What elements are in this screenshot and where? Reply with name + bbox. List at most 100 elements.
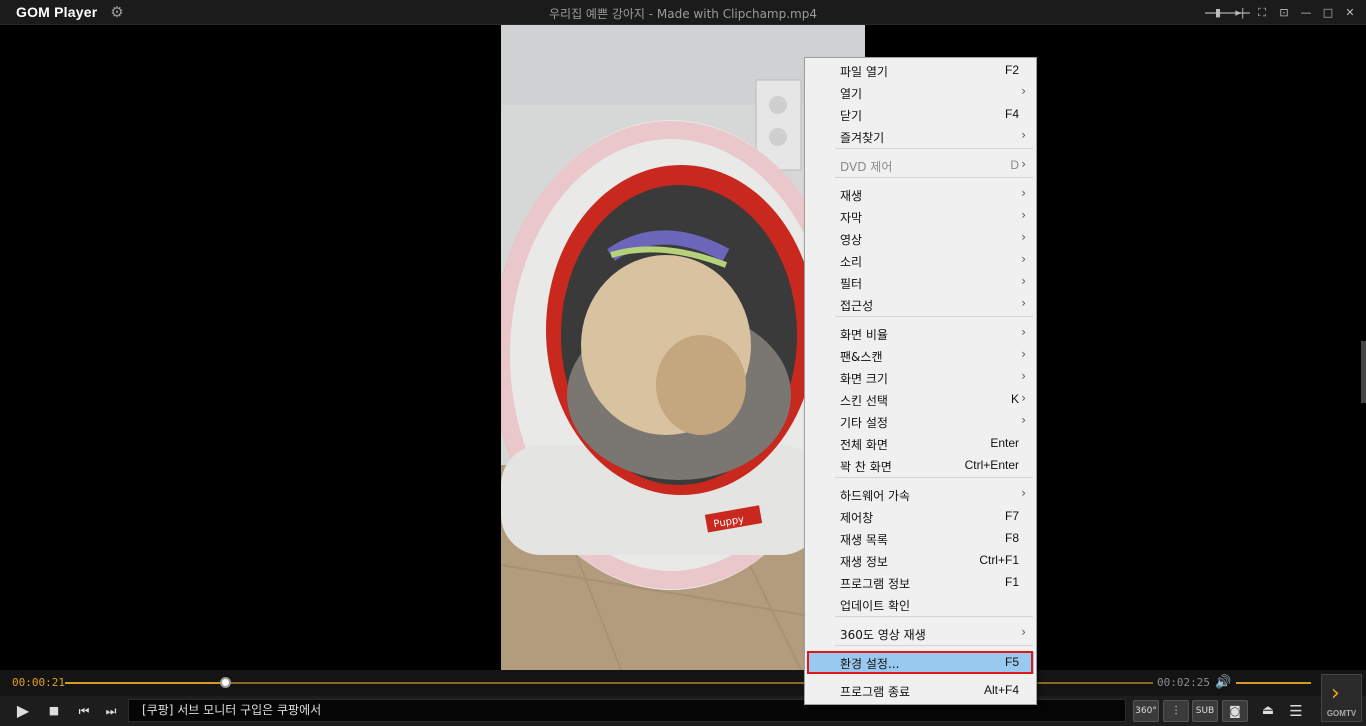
- current-time: 00:00:21: [12, 676, 65, 689]
- menu-item-label: 자막: [840, 211, 863, 225]
- vr-360-button[interactable]: 360°: [1133, 700, 1159, 722]
- submenu-arrow-icon: ›: [1021, 391, 1026, 405]
- menu-item[interactable]: 업데이트 확인: [807, 594, 1034, 616]
- seek-thumb[interactable]: [220, 677, 231, 688]
- menu-item[interactable]: 하드웨어 가속 ›: [807, 484, 1034, 506]
- menu-item[interactable]: 접근성 ›: [807, 294, 1034, 316]
- minimize-icon[interactable]: —: [1298, 5, 1314, 21]
- menu-item-shortcut: F4: [1004, 107, 1019, 121]
- pin-icon[interactable]: ▸|: [1232, 5, 1248, 21]
- menu-item[interactable]: 파일 열기 F2: [807, 60, 1034, 82]
- submenu-arrow-icon: ›: [1021, 157, 1026, 171]
- menu-item-shortcut: F5: [1004, 655, 1019, 669]
- submenu-arrow-icon: ›: [1021, 274, 1026, 288]
- menu-item[interactable]: 즐겨찾기 ›: [807, 126, 1034, 148]
- volume-slider[interactable]: [1236, 682, 1311, 684]
- menu-item[interactable]: 열기 ›: [807, 82, 1034, 104]
- submenu-arrow-icon: ›: [1021, 208, 1026, 222]
- menu-item-label: 360도 영상 재생: [840, 628, 926, 642]
- menu-item[interactable]: 영상 ›: [807, 228, 1034, 250]
- menu-icon[interactable]: ☰: [1286, 700, 1306, 722]
- previous-icon[interactable]: ⏮: [75, 700, 93, 722]
- menu-item-shortcut: F7: [1004, 509, 1019, 523]
- menu-item-shortcut: F8: [1004, 531, 1019, 545]
- menu-item[interactable]: 전체 화면 Enter: [807, 433, 1034, 455]
- total-time: 00:02:25: [1157, 676, 1210, 689]
- menu-item[interactable]: 자막 ›: [807, 206, 1034, 228]
- menu-item[interactable]: 프로그램 정보 F1: [807, 572, 1034, 594]
- submenu-arrow-icon: ›: [1021, 486, 1026, 500]
- subtitle-button[interactable]: SUB: [1192, 700, 1218, 722]
- menu-item-label: 프로그램 종료: [840, 685, 911, 699]
- gomtv-button[interactable]: › GOMTV: [1321, 674, 1362, 722]
- submenu-arrow-icon: ›: [1021, 369, 1026, 383]
- stop-icon[interactable]: ■: [45, 700, 63, 722]
- submenu-arrow-icon: ›: [1021, 296, 1026, 310]
- menu-item-label: 소리: [840, 255, 863, 269]
- submenu-arrow-icon: ›: [1021, 252, 1026, 266]
- context-menu: 파일 열기 F2 열기 › 닫기 F4 즐겨찾기 › DVD 제어 D › 재생 › 자막 › 영상 › 소리 › 필…: [804, 57, 1037, 705]
- menu-item-label: 재생 정보: [840, 555, 888, 569]
- menu-item-label: 영상: [840, 233, 863, 247]
- play-icon[interactable]: ▶: [12, 700, 34, 722]
- video-area[interactable]: Puppy: [0, 25, 1366, 670]
- control-bar: ▶ ■ ⏮ ⏭ [쿠팡] 서브 모니터 구입은 쿠팡에서 360° ⫶ SUB …: [0, 696, 1366, 726]
- camera-icon[interactable]: ◙: [1222, 700, 1248, 722]
- menu-item-label: 업데이트 확인: [840, 599, 911, 613]
- menu-separator: [835, 477, 1033, 478]
- menu-item-label: 프로그램 정보: [840, 577, 911, 591]
- menu-item-label: 화면 크기: [840, 372, 888, 386]
- menu-item[interactable]: 소리 ›: [807, 250, 1034, 272]
- menu-item-shortcut: Alt+F4: [983, 683, 1019, 697]
- submenu-arrow-icon: ›: [1021, 625, 1026, 639]
- menu-item[interactable]: 재생 정보 Ctrl+F1: [807, 550, 1034, 572]
- menu-item[interactable]: 프로그램 종료 Alt+F4: [807, 680, 1034, 702]
- menu-item-label: 즐겨찾기: [840, 131, 885, 145]
- close-icon[interactable]: ✕: [1342, 5, 1358, 21]
- menu-item-label: 재생: [840, 189, 863, 203]
- side-panel-handle[interactable]: [1361, 341, 1366, 403]
- next-icon[interactable]: ⏭: [102, 700, 120, 722]
- menu-item[interactable]: 닫기 F4: [807, 104, 1034, 126]
- submenu-arrow-icon: ›: [1021, 325, 1026, 339]
- fullscreen-icon[interactable]: ⛶: [1254, 5, 1270, 21]
- menu-item[interactable]: 필터 ›: [807, 272, 1034, 294]
- menu-item[interactable]: 화면 비율 ›: [807, 323, 1034, 345]
- menu-item[interactable]: 꽉 찬 화면 Ctrl+Enter: [807, 455, 1034, 477]
- menu-separator: [835, 673, 1033, 674]
- title-bar: GOM Player ⚙ 우리집 예쁜 강아지 - Made with Clip…: [0, 0, 1366, 25]
- menu-item-label: DVD 제어: [840, 160, 893, 174]
- chevron-right-icon: ›: [1331, 681, 1340, 706]
- submenu-arrow-icon: ›: [1021, 186, 1026, 200]
- menu-item[interactable]: 팬&스캔 ›: [807, 345, 1034, 367]
- menu-item[interactable]: 재생 목록 F8: [807, 528, 1034, 550]
- menu-item-shortcut: F1: [1004, 575, 1019, 589]
- equalizer-icon[interactable]: ⫶: [1163, 700, 1189, 722]
- volume-icon[interactable]: 🔊: [1215, 675, 1231, 690]
- menu-separator: [835, 316, 1033, 317]
- menu-item-shortcut: Enter: [990, 436, 1019, 450]
- menu-item[interactable]: 제어창 F7: [807, 506, 1034, 528]
- eject-icon[interactable]: ⏏: [1258, 700, 1278, 722]
- menu-item[interactable]: 360도 영상 재생 ›: [807, 623, 1034, 645]
- menu-item[interactable]: 스킨 선택 K ›: [807, 389, 1034, 411]
- menu-item[interactable]: 재생 ›: [807, 184, 1034, 206]
- submenu-arrow-icon: ›: [1021, 128, 1026, 142]
- menu-separator: [835, 645, 1033, 646]
- menu-item[interactable]: 기타 설정 ›: [807, 411, 1034, 433]
- menu-item-label: 전체 화면: [840, 438, 888, 452]
- menu-item-shortcut: Ctrl+F1: [979, 553, 1019, 567]
- maximize-icon[interactable]: □: [1320, 5, 1336, 21]
- menu-item-label: 기타 설정: [840, 416, 888, 430]
- menu-item-shortcut: K: [1010, 392, 1019, 406]
- menu-item[interactable]: 환경 설정... F5: [807, 652, 1034, 674]
- submenu-arrow-icon: ›: [1021, 413, 1026, 427]
- menu-separator: [835, 148, 1033, 149]
- slider-knob-icon[interactable]: ▮: [1210, 5, 1226, 21]
- menu-item-label: 스킨 선택: [840, 394, 888, 408]
- menu-item-label: 제어창: [840, 511, 874, 525]
- menu-item-shortcut: Ctrl+Enter: [964, 458, 1019, 472]
- gomtv-label: GOMTV: [1326, 709, 1357, 718]
- menu-item[interactable]: 화면 크기 ›: [807, 367, 1034, 389]
- compact-icon[interactable]: ⊡: [1276, 5, 1292, 21]
